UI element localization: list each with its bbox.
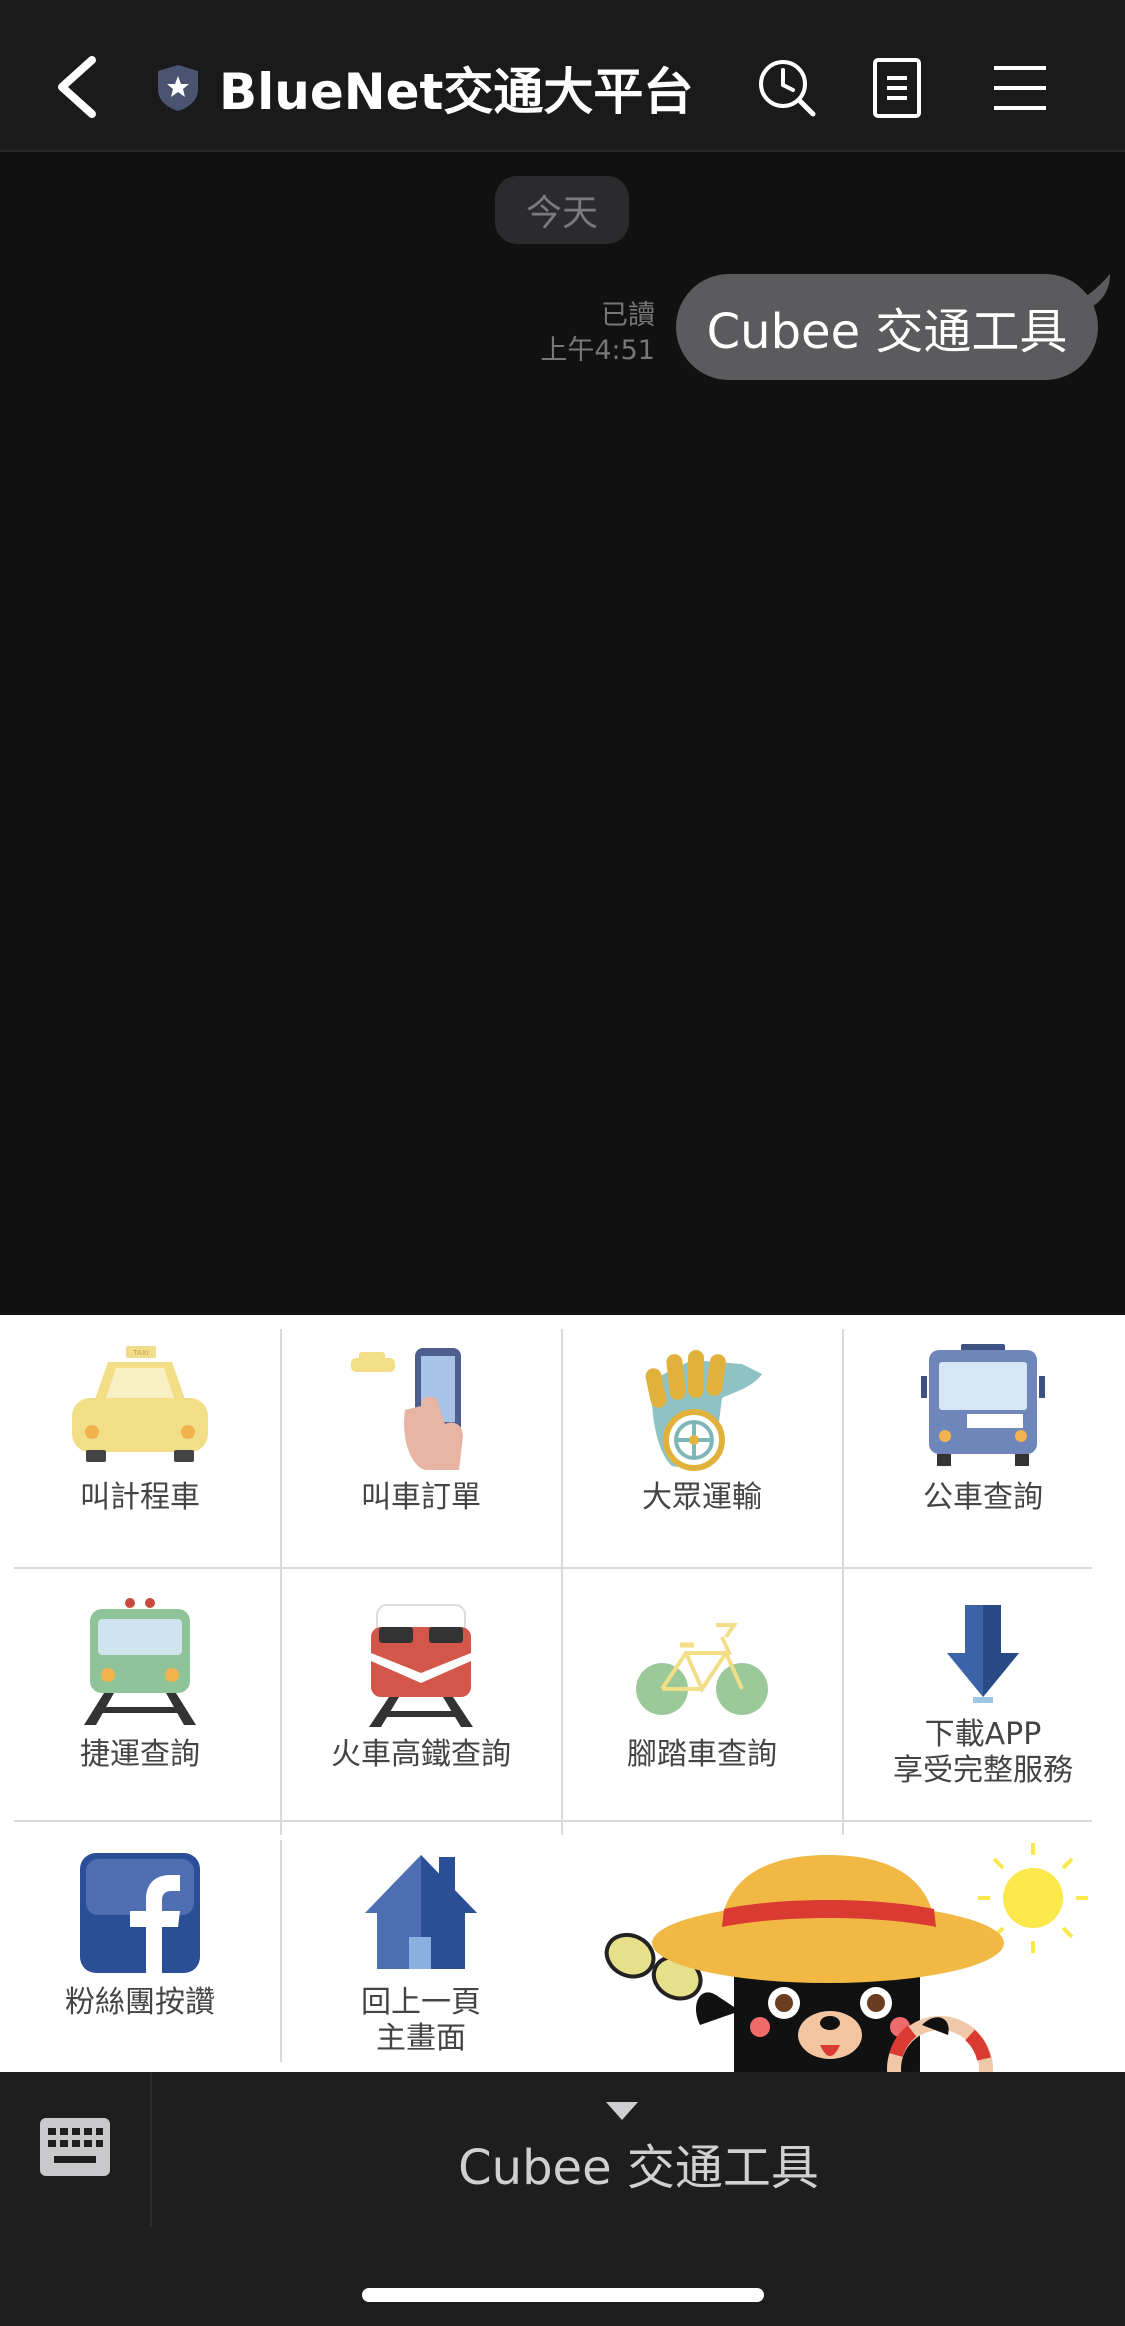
menu-item-back-home[interactable]: 回上一頁 主畫面 bbox=[281, 1845, 561, 2070]
bicycle-icon bbox=[636, 1623, 768, 1715]
rich-menu-title: Cubee 交通工具 bbox=[458, 2140, 819, 2196]
menu-item-label: 捷運查詢 bbox=[80, 1737, 200, 1772]
menu-item-label: 回上一頁 bbox=[361, 1985, 481, 2020]
metro-train-icon bbox=[84, 1598, 196, 1725]
rich-menu-toggle[interactable]: Cubee 交通工具 bbox=[152, 2072, 1125, 2227]
notes-icon[interactable] bbox=[865, 56, 929, 120]
chat-title-group[interactable]: BlueNet交通大平台 bbox=[155, 58, 693, 121]
railway-train-icon bbox=[369, 1604, 473, 1727]
facebook-icon bbox=[80, 1853, 200, 1973]
menu-item-taxi-orders[interactable]: 叫車訂單 bbox=[281, 1340, 561, 1565]
message-meta: 已讀 上午4:51 bbox=[540, 298, 655, 368]
menu-item-label: 粉絲團按讚 bbox=[65, 1985, 215, 2020]
bus-icon bbox=[921, 1344, 1045, 1466]
menu-item-metro-query[interactable]: 捷運查詢 bbox=[0, 1597, 280, 1822]
menu-item-download-app[interactable]: 下載APP 享受完整服務 bbox=[843, 1597, 1123, 1822]
taxi-icon: TAXI bbox=[72, 1346, 208, 1462]
download-arrow-icon bbox=[947, 1605, 1019, 1703]
menu-item-fanpage-like[interactable]: 粉絲團按讚 bbox=[0, 1845, 280, 2070]
svg-text:TAXI: TAXI bbox=[132, 1349, 148, 1357]
back-chevron-icon[interactable] bbox=[50, 52, 110, 122]
menu-item-label: 腳踏車查詢 bbox=[627, 1737, 777, 1772]
menu-item-label: 下載APP bbox=[924, 1717, 1042, 1752]
read-status: 已讀 bbox=[601, 300, 655, 331]
phone-taxi-order-icon bbox=[351, 1348, 463, 1470]
menu-item-label: 火車高鐵查詢 bbox=[331, 1737, 511, 1772]
home-icon bbox=[365, 1855, 477, 1969]
rich-menu: TAXI 叫計程車 叫車訂單 大眾運輸 公車查詢 捷運查詢 火車高鐵查詢 腳踏車… bbox=[0, 1315, 1125, 2072]
date-divider: 今天 bbox=[495, 176, 629, 244]
public-transport-hand-icon bbox=[645, 1350, 762, 1471]
menu-item-call-taxi[interactable]: TAXI 叫計程車 bbox=[0, 1340, 280, 1565]
chat-header: BlueNet交通大平台 bbox=[0, 0, 1125, 152]
menu-item-public-transport[interactable]: 大眾運輸 bbox=[562, 1340, 842, 1565]
chat-title: BlueNet交通大平台 bbox=[219, 63, 694, 121]
menu-item-label: 叫車訂單 bbox=[361, 1480, 481, 1515]
menu-item-label: 公車查詢 bbox=[923, 1480, 1043, 1515]
hamburger-menu-icon[interactable] bbox=[990, 56, 1050, 120]
home-indicator[interactable] bbox=[362, 2288, 764, 2302]
shield-star-icon bbox=[158, 65, 198, 111]
menu-item-label: 大眾運輸 bbox=[642, 1480, 762, 1515]
keyboard-icon[interactable] bbox=[40, 2118, 110, 2176]
menu-item-bicycle-query[interactable]: 腳踏車查詢 bbox=[562, 1597, 842, 1822]
cubee-bear-mascot-illustration bbox=[604, 1843, 1088, 2072]
menu-item-bus-query[interactable]: 公車查詢 bbox=[843, 1340, 1123, 1565]
menu-item-label: 叫計程車 bbox=[80, 1480, 200, 1515]
menu-item-railway-query[interactable]: 火車高鐵查詢 bbox=[281, 1597, 561, 1822]
sent-message-bubble[interactable]: Cubee 交通工具 bbox=[676, 274, 1098, 380]
message-time: 上午4:51 bbox=[540, 335, 655, 366]
search-clock-icon[interactable] bbox=[755, 56, 819, 120]
grid-divider bbox=[14, 1567, 1092, 1569]
caret-down-icon bbox=[606, 2102, 638, 2120]
menu-item-label: 享受完整服務 bbox=[893, 1753, 1073, 1788]
menu-item-label: 主畫面 bbox=[376, 2021, 466, 2056]
